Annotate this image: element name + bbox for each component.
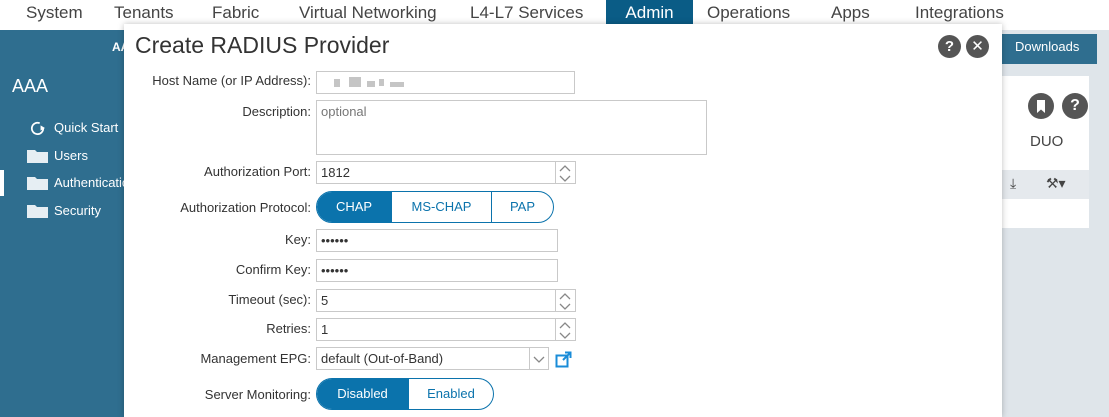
authorization-protocol-label: Authorization Protocol: xyxy=(180,200,311,215)
tab-l4-l7-services[interactable]: L4-L7 Services xyxy=(470,0,583,24)
sidebar-item-users[interactable]: Users xyxy=(0,143,124,169)
chevron-down-icon[interactable] xyxy=(559,331,571,340)
quick-start-icon xyxy=(30,121,45,135)
tab-operations[interactable]: Operations xyxy=(707,0,790,24)
download-icon[interactable]: ⤓ xyxy=(1010,175,1016,192)
monitoring-option-enabled[interactable]: Enabled xyxy=(408,379,493,409)
chevron-down-icon[interactable] xyxy=(559,174,571,183)
chevron-down-icon[interactable] xyxy=(559,302,571,311)
folder-icon xyxy=(27,177,48,190)
timeout-stepper[interactable] xyxy=(556,289,576,312)
help-icon[interactable]: ? xyxy=(1062,93,1088,119)
retries-input[interactable]: 1 xyxy=(316,318,556,341)
management-epg-label: Management EPG: xyxy=(200,351,311,366)
monitoring-option-disabled[interactable]: Disabled xyxy=(317,379,408,409)
sidebar-item-label: Security xyxy=(54,203,101,218)
description-label: Description: xyxy=(242,104,311,119)
folder-icon xyxy=(27,150,48,163)
server-monitoring-label: Server Monitoring: xyxy=(204,387,311,402)
tab-fabric[interactable]: Fabric xyxy=(212,0,259,24)
management-epg-dropdown[interactable] xyxy=(530,347,549,370)
help-button[interactable]: ? xyxy=(938,35,961,58)
sidebar-item-label: Authenticatic xyxy=(54,175,129,190)
dialog-title: Create RADIUS Provider xyxy=(135,32,390,58)
top-nav: System Tenants Fabric Virtual Networking… xyxy=(0,0,1109,24)
redacted-text xyxy=(334,79,340,87)
tab-virtual-networking[interactable]: Virtual Networking xyxy=(299,0,437,24)
server-monitoring-toggle: Disabled Enabled xyxy=(316,378,494,410)
redacted-text xyxy=(390,82,404,87)
sidebar-item-security[interactable]: Security xyxy=(0,198,124,224)
downloads-button[interactable]: Downloads xyxy=(1002,34,1097,64)
tab-apps[interactable]: Apps xyxy=(831,0,870,24)
confirm-key-input[interactable]: •••••• xyxy=(316,259,558,282)
key-input[interactable]: •••••• xyxy=(316,229,558,252)
protocol-option-chap[interactable]: CHAP xyxy=(317,192,391,222)
sidebar-item-label: Users xyxy=(54,148,88,163)
sidebar-item-authentication[interactable]: Authenticatic xyxy=(0,170,128,196)
protocol-option-pap[interactable]: PAP xyxy=(491,192,553,222)
timeout-label: Timeout (sec): xyxy=(228,292,311,307)
key-label: Key: xyxy=(284,232,311,247)
retries-stepper[interactable] xyxy=(556,318,576,341)
active-indicator xyxy=(0,170,4,196)
timeout-input[interactable]: 5 xyxy=(316,289,556,312)
open-external-icon[interactable] xyxy=(555,351,572,368)
sidebar: AA AAA Quick Start Users Authenticatic S… xyxy=(0,30,129,417)
tab-integrations[interactable]: Integrations xyxy=(915,0,1004,24)
redacted-text xyxy=(349,77,361,87)
authorization-port-input[interactable]: 1812 xyxy=(316,161,556,184)
tab-system[interactable]: System xyxy=(26,0,83,24)
close-button[interactable]: ✕ xyxy=(966,35,989,58)
authorization-protocol-toggle: CHAP MS-CHAP PAP xyxy=(316,191,554,223)
bookmark-icon[interactable] xyxy=(1028,93,1054,119)
host-name-label: Host Name (or IP Address): xyxy=(152,73,311,88)
chevron-down-icon[interactable] xyxy=(533,354,545,364)
protocol-option-ms-chap[interactable]: MS-CHAP xyxy=(391,192,491,222)
description-textarea[interactable]: optional xyxy=(316,100,707,155)
sidebar-title: AAA xyxy=(12,76,49,96)
management-epg-select[interactable]: default (Out-of-Band) xyxy=(316,347,530,370)
authorization-port-stepper[interactable] xyxy=(556,161,576,184)
tools-bar: ⤓ ⚒▾ xyxy=(1002,170,1089,199)
tab-tenants[interactable]: Tenants xyxy=(114,0,174,24)
chevron-up-icon[interactable] xyxy=(559,321,571,330)
sidebar-item-label: Quick Start xyxy=(54,120,119,135)
tools-icon[interactable]: ⚒▾ xyxy=(1046,175,1066,192)
folder-icon xyxy=(27,205,48,218)
sidebar-item-quick-start[interactable]: Quick Start xyxy=(0,115,124,141)
confirm-key-label: Confirm Key: xyxy=(235,262,311,277)
redacted-text xyxy=(379,79,384,86)
create-radius-provider-dialog: Create RADIUS Provider ? ✕ Host Name (or… xyxy=(124,24,1002,417)
chevron-up-icon[interactable] xyxy=(559,292,571,301)
duo-label: DUO xyxy=(1030,133,1064,150)
tab-admin[interactable]: Admin xyxy=(606,0,693,24)
chevron-up-icon[interactable] xyxy=(559,164,571,173)
retries-label: Retries: xyxy=(266,321,311,336)
redacted-text xyxy=(367,81,375,87)
authorization-port-label: Authorization Port: xyxy=(204,164,311,179)
